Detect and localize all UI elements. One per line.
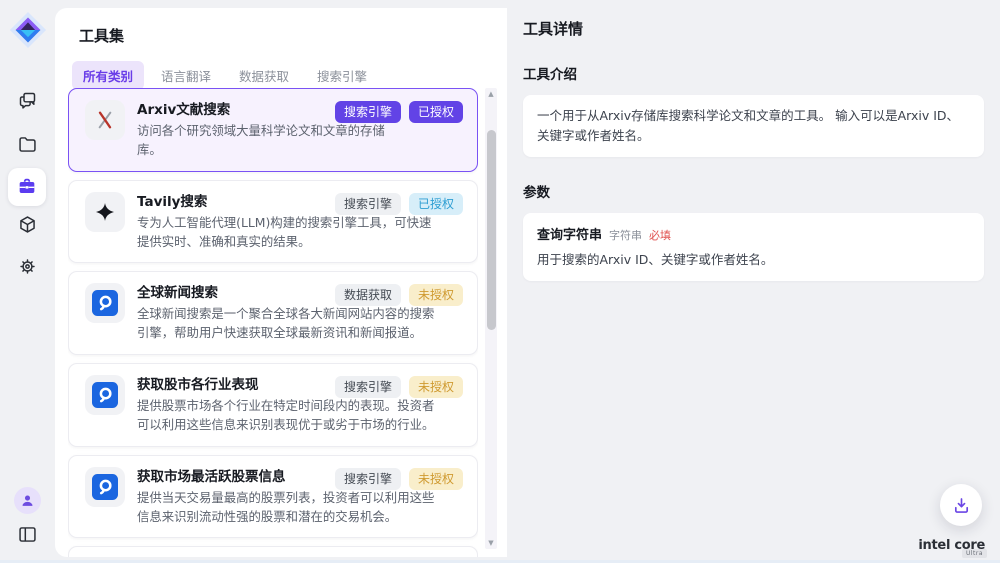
intro-text: 一个用于从Arxiv存储库搜索科学论文和文章的工具。 输入可以是Arxiv ID… <box>537 106 970 146</box>
tab-1[interactable]: 语言翻译 <box>150 61 222 90</box>
app-window: 工具集 所有类别语言翻译数据获取搜索引擎 Arxiv文献搜索访问各个研究领域大量… <box>0 0 1000 563</box>
tab-3[interactable]: 搜索引擎 <box>306 61 378 90</box>
tool-card[interactable]: Arxiv文献搜索访问各个研究领域大量科学论文和文章的存储库。搜索引擎已授权 <box>68 88 478 172</box>
params-heading: 参数 <box>523 181 984 201</box>
tool-description: 提供股票市场各个行业在特定时间段内的表现。投资者可以利用这些信息来识别表现优于或… <box>137 397 443 435</box>
category-tabs: 所有类别语言翻译数据获取搜索引擎 <box>72 61 507 90</box>
param-name: 查询字符串 <box>537 224 602 243</box>
intro-card: 一个用于从Arxiv存储库搜索科学论文和文章的工具。 输入可以是Arxiv ID… <box>523 95 984 157</box>
category-badge: 搜索引擎 <box>335 193 401 215</box>
tool-card[interactable]: Tavily搜索专为人工智能代理(LLM)构建的搜索引擎工具，可快速提供实时、准… <box>68 180 478 264</box>
category-badge: 搜索引擎 <box>335 468 401 490</box>
param-card: 查询字符串 字符串 必填 用于搜索的Arxiv ID、关键字或作者姓名。 <box>523 213 984 281</box>
category-badge: 数据获取 <box>335 284 401 306</box>
app-logo[interactable] <box>9 11 47 49</box>
tool-badges: 搜索引擎已授权 <box>335 101 463 123</box>
auth-badge: 未授权 <box>409 284 463 306</box>
gear-icon <box>17 256 38 277</box>
quest-icon <box>85 467 125 507</box>
quest-icon <box>85 375 125 415</box>
tool-card[interactable]: 全球新闻搜索全球新闻搜索是一个聚合全球各大新闻网站内容的搜索引擎，帮助用户快速获… <box>68 271 478 355</box>
cube-icon <box>17 214 38 235</box>
left-rail <box>0 0 55 563</box>
scroll-up-icon[interactable]: ▲ <box>485 90 497 98</box>
scrollbar-thumb[interactable] <box>487 130 496 330</box>
auth-badge: 未授权 <box>409 468 463 490</box>
download-button[interactable] <box>940 484 982 526</box>
intel-core-logo: intel core Ultra <box>918 534 985 553</box>
category-badge: 搜索引擎 <box>335 376 401 398</box>
tool-badges: 数据获取未授权 <box>335 284 463 306</box>
toolbox-icon <box>16 176 38 198</box>
tool-description: 访问各个研究领域大量科学论文和文章的存储库。 <box>137 122 389 160</box>
detail-title: 工具详情 <box>523 18 984 39</box>
tavily-icon <box>85 192 125 232</box>
tool-badges: 搜索引擎已授权 <box>335 193 463 215</box>
auth-badge: 已授权 <box>409 193 463 215</box>
gem-logo-icon <box>9 11 47 49</box>
panel-icon <box>17 524 38 545</box>
tool-card-list: Arxiv文献搜索访问各个研究领域大量科学论文和文章的存储库。搜索引擎已授权Ta… <box>68 88 478 557</box>
avatar-icon <box>19 492 36 509</box>
sidebar-item-settings[interactable] <box>17 256 38 277</box>
tool-badges: 搜索引擎未授权 <box>335 376 463 398</box>
sidebar-item-tools[interactable] <box>8 168 46 206</box>
list-scrollbar[interactable]: ▲ ▼ <box>485 88 497 549</box>
auth-badge: 已授权 <box>409 101 463 123</box>
chat-icon <box>17 90 38 111</box>
tool-badges: 搜索引擎未授权 <box>335 468 463 490</box>
intro-heading: 工具介绍 <box>523 63 984 83</box>
tab-all-categories[interactable]: 所有类别 <box>72 61 144 90</box>
sidebar-item-panel-toggle[interactable] <box>17 524 38 545</box>
download-icon <box>951 495 972 516</box>
quest-icon <box>85 283 125 323</box>
tool-card[interactable]: 获取股市各行业表现提供股票市场各个行业在特定时间段内的表现。投资者可以利用这些信… <box>68 363 478 447</box>
user-avatar[interactable] <box>14 487 41 514</box>
auth-badge: 未授权 <box>409 376 463 398</box>
sidebar-item-chat[interactable] <box>17 90 38 111</box>
tab-2[interactable]: 数据获取 <box>228 61 300 90</box>
tool-description: 专为人工智能代理(LLM)构建的搜索引擎工具，可快速提供实时、准确和真实的结果。 <box>137 214 443 252</box>
page-title: 工具集 <box>79 25 507 46</box>
folder-icon <box>17 134 38 155</box>
tool-description: 全球新闻搜索是一个聚合全球各大新闻网站内容的搜索引擎，帮助用户快速获取全球最新资… <box>137 305 443 343</box>
tools-list-panel: 工具集 所有类别语言翻译数据获取搜索引擎 Arxiv文献搜索访问各个研究领域大量… <box>55 8 507 557</box>
intel-ultra-badge: Ultra <box>962 549 987 558</box>
param-type: 字符串 <box>609 227 642 243</box>
sidebar-item-files[interactable] <box>17 134 38 155</box>
arxiv-icon <box>85 100 125 140</box>
param-required-badge: 必填 <box>649 227 671 243</box>
tool-card[interactable]: 万维地区新闻查询查询具体行政区划内的新闻，快速了解各地新闻动搜索引擎未授权 <box>68 546 478 557</box>
category-badge: 搜索引擎 <box>335 101 401 123</box>
tool-description: 提供当天交易量最高的股票列表，投资者可以利用这些信息来识别流动性强的股票和潜在的… <box>137 489 443 527</box>
scroll-down-icon[interactable]: ▼ <box>485 539 497 547</box>
tool-detail-panel: 工具详情 工具介绍 一个用于从Arxiv存储库搜索科学论文和文章的工具。 输入可… <box>507 0 1000 563</box>
tool-card[interactable]: 获取市场最活跃股票信息提供当天交易量最高的股票列表，投资者可以利用这些信息来识别… <box>68 455 478 539</box>
param-description: 用于搜索的Arxiv ID、关键字或作者姓名。 <box>537 251 970 270</box>
sidebar-item-models[interactable] <box>17 214 38 235</box>
